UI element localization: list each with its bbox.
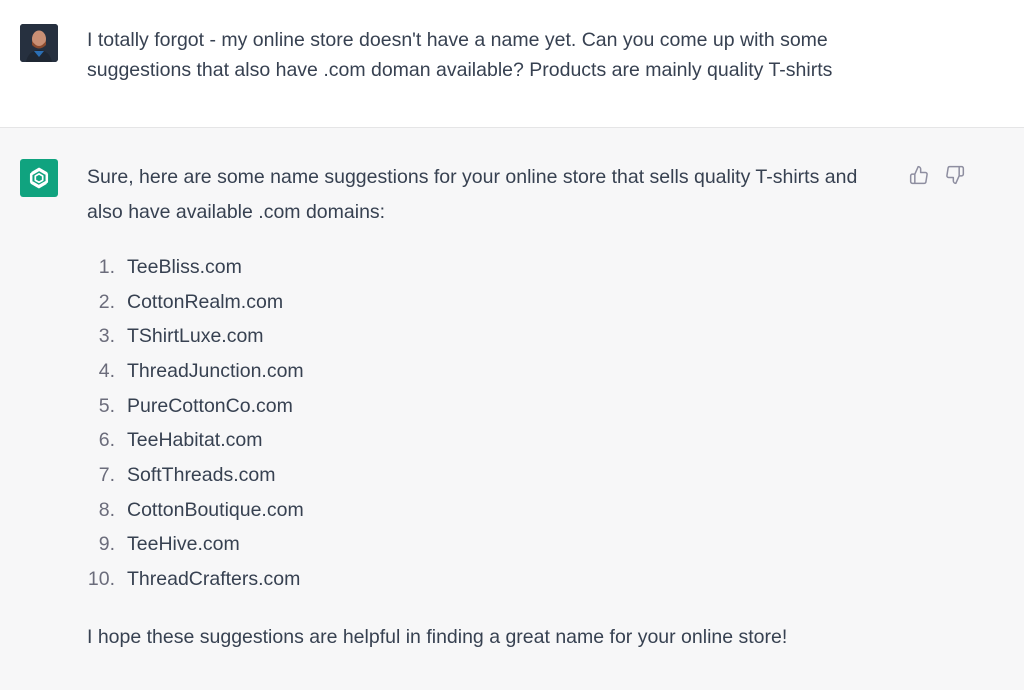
assistant-outro-text: I hope these suggestions are helpful in … — [87, 625, 788, 648]
list-item-number: 9. — [98, 533, 115, 556]
list-item-number: 7. — [98, 463, 115, 486]
list-item: 5. PureCottonCo.com — [87, 389, 897, 424]
list-item-number: 8. — [98, 498, 115, 521]
thumbs-up-button[interactable] — [908, 164, 930, 186]
list-item: 4. ThreadJunction.com — [87, 354, 897, 389]
list-item-number: 2. — [98, 290, 115, 313]
openai-logo-icon — [20, 159, 58, 197]
list-item-text: ThreadJunction.com — [127, 359, 304, 382]
suggestion-list: 1. TeeBliss.com 2. CottonRealm.com 3. TShir… — [87, 250, 897, 597]
list-item-number: 10. — [87, 568, 115, 591]
list-item: 7. SoftThreads.com — [87, 458, 897, 493]
list-item: 2. CottonRealm.com — [87, 285, 897, 320]
thumbs-down-icon — [946, 165, 965, 185]
list-item-number: 4. — [98, 359, 115, 382]
list-item: 10. ThreadCrafters.com — [87, 562, 897, 597]
list-item: 9. TeeHive.com — [87, 528, 897, 563]
list-item-text: TShirtLuxe.com — [127, 325, 264, 348]
list-item-number: 5. — [98, 394, 115, 417]
list-item-text: CottonRealm.com — [127, 290, 284, 313]
list-item: 6. TeeHabitat.com — [87, 423, 897, 458]
list-item-text: CottonBoutique.com — [127, 498, 304, 521]
list-item: 3. TShirtLuxe.com — [87, 319, 897, 354]
user-message-row: I totally forgot - my online store doesn… — [0, 0, 1024, 128]
list-item-text: ThreadCrafters.com — [127, 568, 301, 591]
list-item: 1. TeeBliss.com — [87, 250, 897, 285]
list-item-number: 1. — [98, 255, 115, 278]
openai-logo-svg — [29, 167, 49, 189]
assistant-intro-text: Sure, here are some name suggestions for… — [87, 166, 858, 223]
list-item-text: TeeHabitat.com — [127, 429, 263, 452]
list-item-text: PureCottonCo.com — [127, 394, 293, 417]
thumbs-up-icon — [909, 165, 928, 185]
user-avatar-image — [20, 24, 58, 62]
thumbs-down-button[interactable] — [944, 164, 966, 186]
list-item-text: SoftThreads.com — [127, 463, 276, 486]
list-item-text: TeeHive.com — [127, 533, 240, 556]
user-message-text: I totally forgot - my online store doesn… — [87, 29, 833, 81]
list-item-number: 3. — [98, 325, 115, 348]
list-item: 8. CottonBoutique.com — [87, 493, 897, 528]
feedback-buttons — [908, 164, 966, 186]
assistant-message-body: Sure, here are some name suggestions for… — [87, 160, 897, 652]
user-avatar — [20, 24, 58, 62]
list-item-number: 6. — [98, 429, 115, 452]
list-item-text: TeeBliss.com — [127, 255, 242, 278]
assistant-message-row: Sure, here are some name suggestions for… — [0, 128, 1024, 690]
